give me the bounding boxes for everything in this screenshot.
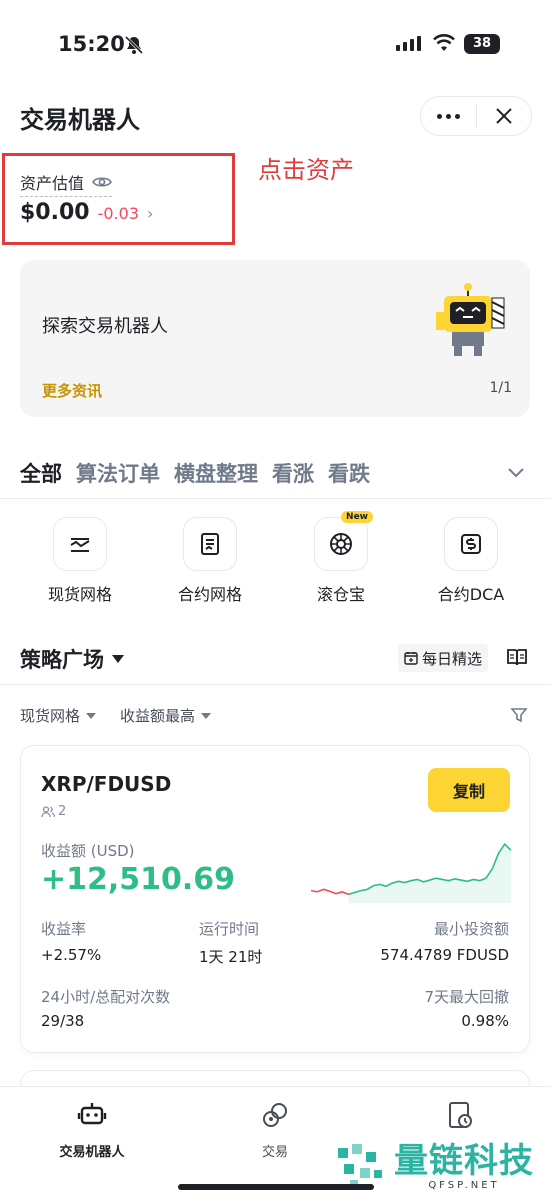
status-bar: 15:20 38 (0, 0, 551, 90)
nav-trade[interactable]: 交易 (215, 1099, 335, 1160)
chevron-right-icon: › (147, 204, 154, 223)
asset-value: $0.00 (20, 200, 90, 225)
caret-down-icon (201, 712, 212, 719)
banner-more-link[interactable]: 更多资讯 (42, 380, 102, 401)
divider (0, 498, 551, 499)
eye-icon[interactable] (92, 175, 112, 189)
status-time: 15:20 (58, 32, 125, 56)
promo-banner[interactable]: 探索交易机器人 更多资讯 1/1 (20, 260, 530, 417)
close-button[interactable] (476, 97, 531, 135)
futures-grid-icon-box (183, 517, 237, 571)
roi-label: 收益率 (41, 920, 87, 938)
battery-indicator: 38 (464, 34, 500, 54)
asset-highlight-box (2, 153, 235, 245)
banner-title: 探索交易机器人 (42, 316, 168, 337)
copy-button[interactable]: 复制 (428, 768, 510, 812)
caret-down-icon (86, 712, 97, 719)
matches-value: 29/38 (41, 1012, 85, 1030)
min-invest-label: 最小投资额 (433, 920, 509, 938)
filter-label: 现货网格 (20, 707, 81, 725)
strategy-card[interactable]: XRP/FDUSD 2 复制 收益额 (USD) +12,510.69 收益率 … (20, 745, 530, 1053)
asset-label[interactable]: 资产估值 (20, 170, 113, 197)
strategy-label: 现货网格 (47, 585, 112, 604)
bell-mute-icon (124, 35, 144, 55)
banner-pager: 1/1 (489, 380, 512, 396)
pnl-sparkline (311, 842, 511, 903)
book-icon[interactable] (506, 647, 528, 667)
trading-pair: XRP/FDUSD (41, 772, 172, 796)
spot-grid-icon-box (53, 517, 107, 571)
plaza-title[interactable]: 策略广场 (20, 644, 124, 674)
drawdown-value: 0.98% (461, 1012, 509, 1030)
filter-strategy-type[interactable]: 现货网格 (20, 705, 97, 726)
nav-trading-bot[interactable]: 交易机器人 (32, 1099, 152, 1160)
watermark-subtext: QFSP.NET (428, 1179, 500, 1191)
futures-dca-icon-box (444, 517, 498, 571)
nav-label: 交易 (261, 1145, 288, 1160)
tab-algo-orders[interactable]: 算法订单 (76, 458, 160, 488)
rolling-icon (330, 533, 352, 555)
trade-icon (263, 1103, 287, 1127)
divider (0, 684, 551, 685)
asset-change: -0.03 (97, 204, 139, 223)
home-indicator (178, 1184, 374, 1190)
miniapp-capsule (420, 96, 532, 136)
tab-all[interactable]: 全部 (20, 458, 62, 488)
futures-dca-icon (461, 534, 481, 554)
strategy-rolling[interactable]: New 滚仓宝 (281, 511, 401, 605)
robot-illustration-icon (436, 283, 505, 356)
sparkline-negative-segment (311, 888, 349, 896)
matches-label: 24小时/总配对次数 (41, 988, 171, 1006)
sparkline-area (348, 844, 511, 903)
close-icon (496, 108, 512, 124)
page-title: 交易机器人 (20, 106, 140, 134)
asset-value-row[interactable]: $0.00 -0.03 › (20, 200, 153, 225)
daily-pick-label: 每日精选 (422, 649, 483, 668)
filter-funnel-icon[interactable] (510, 706, 528, 724)
copiers-value: 2 (58, 804, 67, 819)
roi-value: +2.57% (41, 946, 102, 964)
cellular-signal-icon (396, 35, 421, 51)
strategy-label: 合约DCA (437, 585, 505, 604)
spot-grid-icon (70, 538, 90, 552)
calendar-icon (404, 652, 418, 665)
category-tabs: 全部 算法订单 横盘整理 看涨 看跌 (20, 458, 370, 488)
strategy-futures-grid[interactable]: 合约网格 (150, 517, 270, 605)
pnl-label: 收益额 (USD) (41, 842, 135, 860)
users-icon (41, 805, 55, 817)
more-button[interactable] (421, 97, 476, 135)
tab-sideways[interactable]: 横盘整理 (174, 458, 258, 488)
watermark-text: 量链科技 (394, 1140, 534, 1181)
strategy-label: 合约网格 (177, 585, 242, 604)
strategy-futures-dca[interactable]: 合约DCA (411, 517, 531, 605)
chevron-down-icon[interactable] (506, 462, 526, 482)
wifi-icon (433, 34, 455, 51)
tab-bullish[interactable]: 看涨 (272, 458, 314, 488)
annotation-text: 点击资产 (258, 156, 354, 184)
rolling-icon-box: New (314, 511, 373, 571)
min-invest-value: 574.4789 FDUSD (380, 946, 509, 964)
filter-bar: 现货网格 收益额最高 (20, 705, 212, 726)
history-icon (449, 1102, 472, 1128)
plaza-title-text: 策略广场 (20, 648, 104, 672)
strategy-spot-grid[interactable]: 现货网格 (20, 517, 140, 605)
runtime-value: 1天 21时 (199, 948, 263, 966)
runtime-label: 运行时间 (199, 920, 260, 938)
nav-label: 交易机器人 (59, 1145, 125, 1160)
daily-pick-button[interactable]: 每日精选 (398, 644, 489, 672)
filter-sort[interactable]: 收益额最高 (120, 705, 212, 726)
new-badge: New (341, 511, 373, 523)
strategy-label: 滚仓宝 (316, 585, 365, 604)
futures-grid-icon (201, 533, 219, 555)
drawdown-label: 7天最大回撤 (424, 988, 509, 1006)
caret-down-icon (112, 655, 124, 663)
filter-label: 收益额最高 (120, 707, 196, 725)
asset-label-text: 资产估值 (20, 174, 85, 193)
robot-icon (77, 1103, 107, 1125)
tab-bearish[interactable]: 看跌 (328, 458, 370, 488)
copiers-count: 2 (41, 804, 66, 819)
pnl-value: +12,510.69 (41, 862, 236, 897)
